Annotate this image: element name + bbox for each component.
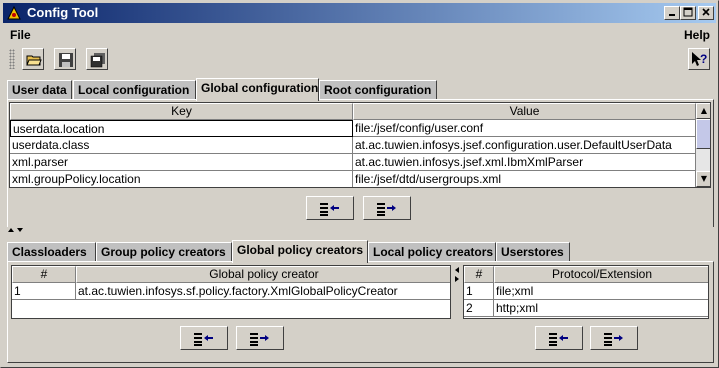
title-bar[interactable]: Config Tool	[3, 3, 716, 23]
policy-table-header: # Global policy creator	[12, 266, 450, 283]
column-header-index[interactable]: #	[12, 266, 76, 283]
split-pane-divider[interactable]	[3, 227, 716, 233]
menu-help[interactable]: Help	[684, 28, 710, 42]
column-header-value[interactable]: Value	[353, 103, 696, 120]
column-header-protocol-extension[interactable]: Protocol/Extension	[494, 266, 708, 283]
table-cell-value[interactable]: file:/jsef/config/user.conf	[353, 120, 696, 137]
tab-userstores[interactable]: Userstores	[496, 242, 570, 262]
open-folder-icon	[26, 55, 42, 66]
top-tab-strip: User data Local configuration Global con…	[7, 78, 712, 101]
tab-user-data[interactable]: User data	[7, 80, 72, 100]
table-cell-protocol[interactable]: http;xml	[494, 300, 708, 317]
tab-group-policy-creators[interactable]: Group policy creators	[96, 242, 232, 262]
config-tool-window: Config Tool File Help ? User data Local …	[0, 0, 719, 368]
table-cell-key[interactable]: xml.groupPolicy.location	[10, 171, 353, 187]
toolbar-grip[interactable]	[9, 49, 15, 69]
collapse-arrows-icon	[8, 228, 23, 232]
save-all-button[interactable]	[86, 48, 108, 70]
add-protocol-button[interactable]	[535, 326, 583, 350]
scroll-down-button[interactable]: ▼	[696, 171, 710, 187]
save-button[interactable]	[54, 48, 76, 70]
add-row-icon	[549, 333, 568, 346]
table-cell-value[interactable]: at.ac.tuwien.infosys.jsef.configuration.…	[353, 137, 696, 154]
add-creator-button[interactable]	[180, 326, 228, 350]
tab-classloaders[interactable]: Classloaders	[7, 242, 96, 262]
tab-global-configuration[interactable]: Global configuration	[196, 78, 319, 101]
minimize-icon	[669, 14, 675, 16]
table-cell-value[interactable]: at.ac.tuwien.infosys.jsef.xml.IbmXmlPars…	[353, 154, 696, 171]
table-cell-index[interactable]: 1	[12, 283, 76, 300]
column-header-key[interactable]: Key	[10, 103, 353, 120]
tab-local-policy-creators[interactable]: Local policy creators	[368, 242, 496, 262]
config-table-header: Key Value	[10, 103, 696, 120]
maximize-icon	[683, 7, 693, 17]
table-cell-value[interactable]: file:/jsef/dtd/usergroups.xml	[353, 171, 696, 187]
menu-bar: File Help	[3, 25, 716, 45]
tab-global-policy-creators[interactable]: Global policy creators	[232, 240, 368, 263]
toolbar: ?	[3, 45, 716, 73]
column-header-index[interactable]: #	[464, 266, 494, 283]
context-help-icon: ?	[692, 52, 707, 66]
table-cell-creator[interactable]: at.ac.tuwien.infosys.sf.policy.factory.X…	[76, 283, 450, 300]
open-button[interactable]	[22, 48, 44, 70]
protocol-table-header: # Protocol/Extension	[464, 266, 708, 283]
remove-row-icon	[377, 203, 396, 216]
table-cell-key[interactable]: userdata.class	[10, 137, 353, 154]
vertical-scrollbar[interactable]: ▲ ▼	[696, 103, 710, 187]
java-duke-icon	[7, 6, 21, 20]
table-cell-index[interactable]: 1	[464, 283, 494, 300]
policy-creator-table: # Global policy creator 1 at.ac.tuwien.i…	[11, 265, 451, 319]
close-button[interactable]	[698, 6, 714, 20]
global-policy-creators-panel: # Global policy creator 1 at.ac.tuwien.i…	[7, 261, 714, 363]
remove-creator-button[interactable]	[236, 326, 284, 350]
scroll-up-button[interactable]: ▲	[696, 103, 710, 119]
bottom-tab-strip: Classloaders Group policy creators Globa…	[7, 240, 712, 263]
collapse-arrows-icon	[455, 267, 459, 282]
config-table: Key Value userdata.location file:/jsef/c…	[9, 102, 711, 188]
tab-local-configuration[interactable]: Local configuration	[73, 80, 196, 100]
table-cell-key[interactable]: userdata.location	[10, 120, 353, 137]
column-header-global-policy-creator[interactable]: Global policy creator	[76, 266, 450, 283]
remove-row-button[interactable]	[363, 196, 411, 220]
tab-root-configuration[interactable]: Root configuration	[319, 80, 437, 100]
svg-text:?: ?	[700, 52, 707, 66]
menu-file[interactable]: File	[10, 28, 31, 42]
save-disk-icon	[59, 53, 73, 67]
maximize-button[interactable]	[680, 6, 696, 20]
add-row-icon	[320, 203, 339, 216]
add-row-icon	[194, 333, 213, 346]
remove-row-icon	[250, 333, 269, 346]
remove-row-icon	[604, 333, 623, 346]
context-help-button[interactable]: ?	[688, 48, 710, 70]
window-title: Config Tool	[27, 5, 99, 20]
global-configuration-panel: Key Value userdata.location file:/jsef/c…	[7, 99, 714, 231]
vertical-split-divider[interactable]	[454, 262, 460, 362]
add-row-button[interactable]	[306, 196, 354, 220]
table-cell-protocol[interactable]: file;xml	[494, 283, 708, 300]
remove-protocol-button[interactable]	[590, 326, 638, 350]
protocol-extension-table: # Protocol/Extension 1 file;xml 2 http;x…	[463, 265, 709, 319]
close-icon	[702, 8, 710, 16]
table-cell-key[interactable]: xml.parser	[10, 154, 353, 171]
scroll-thumb[interactable]	[696, 119, 710, 149]
minimize-button[interactable]	[664, 6, 680, 20]
table-cell-index[interactable]: 2	[464, 300, 494, 317]
save-all-icon	[90, 53, 105, 68]
